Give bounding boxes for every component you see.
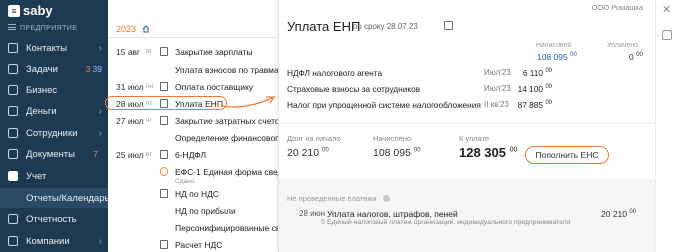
home-icon[interactable] [142, 25, 150, 33]
annotation-arrow [221, 96, 276, 108]
divider [108, 37, 278, 38]
chevron-right-icon: › [98, 42, 102, 54]
info-icon[interactable] [383, 195, 390, 202]
chevron-right-icon: › [98, 235, 102, 247]
document-icon [160, 47, 168, 56]
accrued-value: 108 095 00 [373, 147, 421, 159]
debt-label: Долг на начало [287, 134, 341, 143]
year-selector[interactable]: 2023 [116, 24, 136, 34]
list-item[interactable]: Персонифицированные сведения [108, 219, 278, 236]
unpaid-header: Не проведенные платежи [287, 194, 377, 203]
list-item[interactable]: 15 авг вт Закрытие зарплаты [108, 43, 278, 60]
employees-icon [8, 128, 18, 138]
sidebar-item-employees[interactable]: Сотрудники › [0, 123, 108, 143]
document-icon [160, 116, 168, 125]
accrued-label: Начислено [373, 134, 412, 143]
list-item[interactable]: 27 июл чт Закрытие затратных счетов [108, 112, 278, 129]
sidebar: ≡ saby ПРЕДПРИЯТИЕ Контакты › Задачи 3 39 Би… [0, 0, 108, 252]
list-item[interactable]: Уплата взносов по травматизму [108, 61, 278, 78]
sidebar-item-companies[interactable]: Компании › [0, 231, 108, 251]
topay-value: 128 305 00 [459, 145, 518, 160]
close-icon[interactable]: ✕ [662, 3, 671, 16]
accounting-icon [8, 171, 18, 181]
sidebar-item-money[interactable]: Деньги › [0, 101, 108, 121]
sidebar-item-reports-calendar[interactable]: Отчеты/Календарь [0, 188, 108, 208]
money-icon [8, 106, 18, 116]
document-icon [160, 240, 168, 249]
total-accrued: 108 095 00 [537, 52, 577, 62]
table-row[interactable]: Страховые взносы за сотрудников Июл'23 14 … [287, 82, 642, 97]
chevron-right-icon: › [98, 127, 102, 139]
contacts-icon [8, 43, 18, 53]
list-item[interactable]: Расчет НДС [108, 236, 278, 252]
sidebar-item-tasks[interactable]: Задачи 3 39 [0, 59, 108, 79]
tasks-icon [8, 64, 18, 74]
sidebar-section-title: ПРЕДПРИЯТИЕ [8, 24, 77, 32]
unpaid-amount: 20 210 00 [601, 209, 637, 219]
unpaid-title[interactable]: Уплата налогов, штрафов, пеней [327, 209, 458, 219]
calendar-list: 2023 15 авг вт Закрытие зарплаты Уплата вз… [108, 0, 278, 252]
panel-title: Уплата ЕНП [287, 19, 361, 34]
reporting-icon [8, 214, 18, 224]
list-item[interactable]: Определение финансового результата [108, 129, 278, 146]
col-accrued-header: Начислено [536, 42, 572, 49]
list-item[interactable]: 25 июл вт 6-НДФЛ [108, 146, 278, 163]
sidebar-item-contacts[interactable]: Контакты › [0, 38, 108, 58]
sidebar-item-documents[interactable]: Документы 7 [0, 144, 108, 164]
total-paid: 0 00 [629, 52, 643, 62]
divider [279, 123, 656, 124]
tasks-count-badge: 3 [85, 64, 91, 74]
right-toolbar: ✕ [655, 0, 677, 252]
sidebar-item-reporting[interactable]: Отчетность [0, 209, 108, 229]
table-row[interactable]: Налог при упрощенной системе налогооблож… [287, 98, 642, 113]
list-item[interactable]: НД по прибыли [108, 202, 278, 219]
sidebar-item-business[interactable]: Бизнес [0, 80, 108, 100]
business-icon [8, 85, 18, 95]
report-status-icon [160, 167, 168, 176]
list-item[interactable]: ЕФС-1 Единая форма сведенийСдано [108, 163, 278, 185]
debt-value: 20 210 00 [287, 147, 329, 159]
saby-logo[interactable]: ≡ saby [8, 3, 53, 18]
highlight-annotation [105, 96, 227, 110]
documents-icon [8, 149, 18, 159]
chevron-right-icon: › [98, 105, 102, 117]
report-icon [160, 150, 168, 159]
col-paid-header: Уплачено [607, 42, 639, 49]
settings-icon[interactable] [662, 30, 672, 40]
report-icon [160, 189, 168, 198]
print-icon[interactable] [444, 21, 453, 30]
top-up-button[interactable]: Пополнить ЕНС [525, 146, 609, 164]
menu-icon[interactable] [8, 24, 16, 30]
document-icon [160, 82, 168, 91]
documents-count-badge: 7 [93, 149, 98, 159]
deadline-label: по сроку 28.07.23 [353, 22, 418, 31]
company-name[interactable]: ООО Ромашка [592, 3, 643, 12]
unpaid-date: 28 июн [299, 209, 326, 218]
tasks-total-badge: 39 [92, 64, 102, 74]
payment-panel: ООО Ромашка Уплата ЕНП по сроку 28.07.23… [278, 0, 656, 252]
unpaid-number: 5 [321, 219, 325, 226]
companies-icon [8, 236, 18, 246]
unpaid-description: Единый налоговый платеж организаций, инд… [327, 219, 571, 226]
table-row[interactable]: НДФЛ налогового агента Июл'23 6 110 00 [287, 66, 642, 81]
sidebar-item-accounting[interactable]: Учет [0, 166, 108, 186]
list-item[interactable]: НД по НДС [108, 185, 278, 202]
topay-label: К уплате [459, 134, 490, 143]
